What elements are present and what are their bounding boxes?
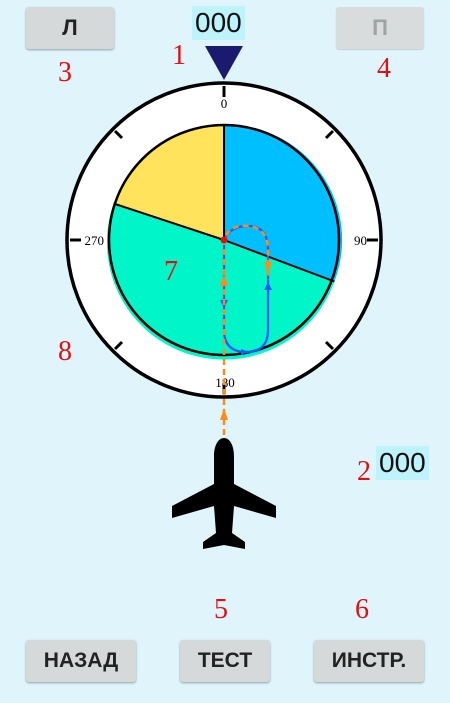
instr-button[interactable]: ИНСТР. (314, 640, 424, 682)
marker-6: 6 (355, 594, 369, 625)
back-button-label: НАЗАД (43, 649, 119, 672)
marker-1: 1 (172, 40, 186, 71)
airplane-icon (172, 438, 276, 549)
dial-label-270: 270 (85, 233, 105, 248)
dial-label-90: 90 (354, 233, 367, 248)
marker-8: 8 (58, 336, 72, 367)
fix-point (220, 236, 228, 244)
marker-7: 7 (164, 256, 178, 287)
heading-pointer (205, 46, 243, 80)
instr-button-label: ИНСТР. (331, 649, 407, 672)
marker-3: 3 (58, 57, 72, 88)
marker-5: 5 (214, 594, 228, 625)
marker-4: 4 (377, 53, 391, 84)
marker-2: 2 (357, 456, 371, 487)
test-button[interactable]: ТЕСТ (180, 640, 270, 682)
dial-label-0: 0 (221, 96, 228, 111)
test-button-label: ТЕСТ (197, 649, 253, 672)
back-button[interactable]: НАЗАД (26, 640, 136, 682)
